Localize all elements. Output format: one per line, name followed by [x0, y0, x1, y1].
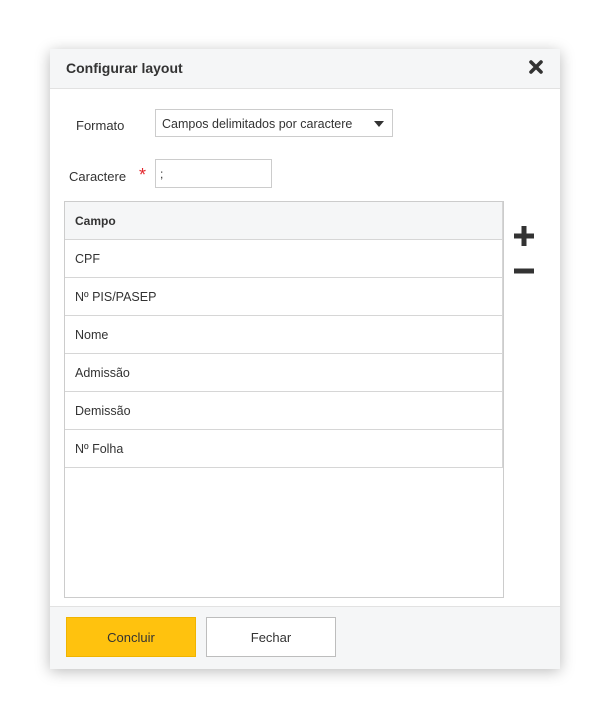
row-label: Nome: [75, 328, 109, 342]
fields-table: Campo CPF Nº PIS/PASEP Nome Admissão Dem…: [64, 201, 504, 598]
table-row[interactable]: CPF: [65, 240, 503, 278]
dialog-footer: Concluir Fechar: [50, 606, 560, 669]
close-dialog-button[interactable]: Fechar: [206, 617, 336, 657]
format-label: Formato: [76, 118, 125, 133]
row-label: CPF: [75, 252, 100, 266]
column-header-field: Campo: [75, 214, 116, 228]
format-select[interactable]: Campos delimitados por caractere: [155, 109, 393, 137]
character-input[interactable]: [155, 159, 272, 188]
format-select-value: Campos delimitados por caractere: [162, 117, 353, 131]
character-label: Caractere: [69, 169, 127, 184]
table-row[interactable]: Admissão: [65, 354, 503, 392]
table-row[interactable]: Nº PIS/PASEP: [65, 278, 503, 316]
required-marker: *: [139, 165, 147, 185]
row-label: Nº PIS/PASEP: [75, 290, 157, 304]
add-field-button[interactable]: [512, 224, 536, 248]
table-row[interactable]: Nº Folha: [65, 430, 503, 468]
close-button[interactable]: [526, 57, 546, 77]
minus-icon: [514, 268, 534, 274]
table-row[interactable]: Demissão: [65, 392, 503, 430]
dialog-header: Configurar layout: [50, 49, 560, 89]
table-header: Campo: [65, 202, 503, 240]
row-label: Nº Folha: [75, 442, 124, 456]
remove-field-button[interactable]: [512, 259, 536, 283]
row-label: Admissão: [75, 366, 130, 380]
row-label: Demissão: [75, 404, 131, 418]
configure-layout-dialog: Configurar layout Formato Campos delimit…: [50, 49, 560, 669]
dialog-title: Configurar layout: [66, 60, 183, 76]
table-row[interactable]: Nome: [65, 316, 503, 354]
confirm-button[interactable]: Concluir: [66, 617, 196, 657]
chevron-down-icon: [374, 121, 384, 127]
close-icon: [529, 60, 543, 74]
plus-icon: [514, 226, 534, 246]
